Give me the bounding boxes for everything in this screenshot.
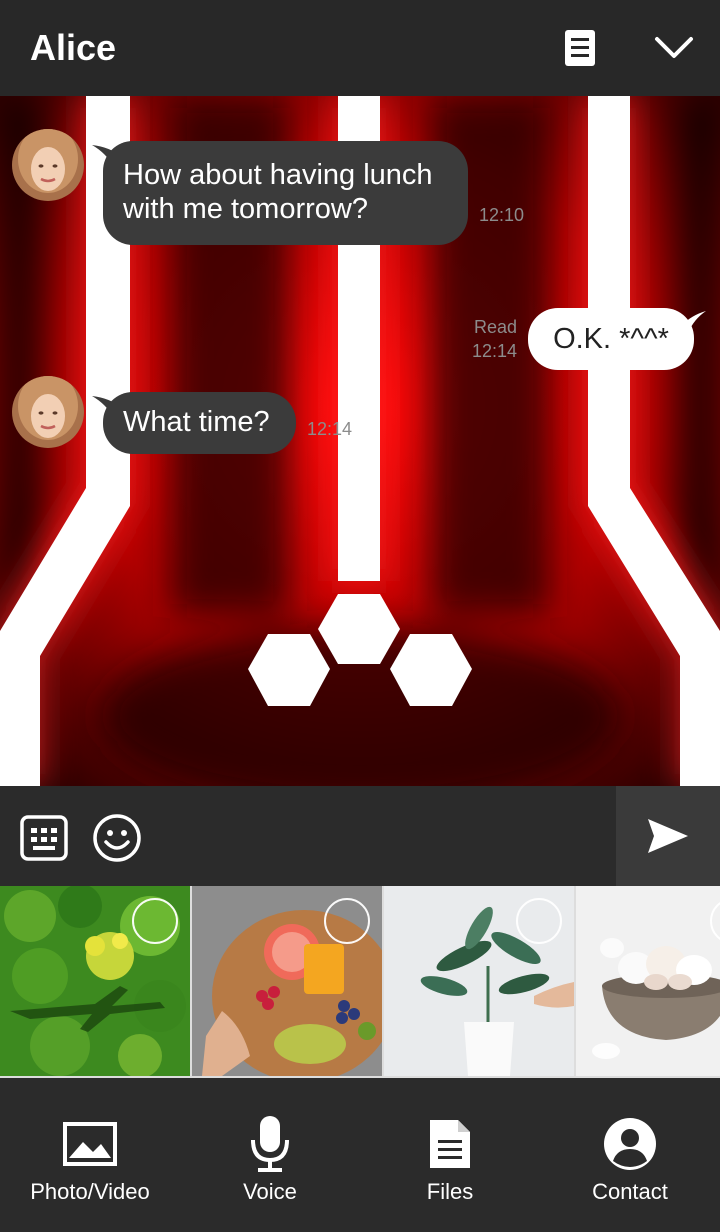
attachment-tab-bar: Photo/Video Voice Files Contact [0, 1078, 720, 1232]
chat-area[interactable]: How about having lunch with me tomorrow?… [0, 96, 720, 786]
emoji-button[interactable] [89, 810, 145, 866]
notes-icon [565, 30, 595, 66]
gallery-thumb-plant[interactable] [384, 886, 574, 1076]
garlic-bowl-photo [576, 886, 720, 1076]
message-timestamp: 12:14 [307, 419, 353, 439]
tab-files[interactable]: Files [360, 1078, 540, 1232]
tab-label: Photo/Video [30, 1179, 150, 1204]
tab-contact[interactable]: Contact [540, 1078, 720, 1232]
message-timestamp: 12:14 [471, 341, 517, 361]
alice-avatar[interactable] [12, 376, 84, 448]
tab-voice[interactable]: Voice [180, 1078, 360, 1232]
tab-label: Files [426, 1179, 474, 1204]
image-icon [63, 1122, 117, 1166]
chevron-down-icon [655, 37, 693, 58]
read-receipt: Read [473, 317, 517, 337]
contact-name-title: Alice [30, 27, 117, 68]
avatar-photo [12, 129, 84, 201]
chat-header: Alice [0, 0, 720, 96]
avatar-photo [12, 376, 84, 448]
tab-label: Contact [592, 1179, 668, 1204]
outgoing-message-bubble[interactable]: O.K. *^^* [528, 308, 694, 370]
contact-icon [604, 1118, 656, 1170]
incoming-message-bubble[interactable]: What time? [103, 392, 296, 454]
message-text-line: with me tomorrow? [123, 193, 368, 225]
tab-label: Voice [243, 1179, 297, 1204]
message-input-bar [0, 786, 720, 886]
message-text-line: How about having lunch [123, 159, 433, 191]
select-circle[interactable] [324, 898, 370, 944]
collapse-button[interactable] [648, 22, 700, 74]
gallery-thumb-fruit[interactable] [192, 886, 382, 1076]
keyboard-icon [20, 815, 68, 861]
message-timestamp: 12:10 [479, 205, 525, 225]
media-gallery [0, 886, 720, 1078]
gallery-thumb-forest[interactable] [0, 886, 190, 1076]
gallery-thumb-garlic[interactable] [576, 886, 720, 1076]
select-circle[interactable] [516, 898, 562, 944]
alice-avatar[interactable] [12, 129, 84, 201]
send-button[interactable] [616, 786, 720, 886]
tab-photo-video[interactable]: Photo/Video [0, 1078, 180, 1232]
incoming-message-bubble[interactable]: How about having lunch with me tomorrow? [103, 141, 468, 245]
keyboard-button[interactable] [16, 810, 72, 866]
select-circle[interactable] [132, 898, 178, 944]
send-icon [648, 819, 688, 853]
notes-button[interactable] [554, 22, 606, 74]
file-icon [430, 1120, 470, 1168]
microphone-icon [251, 1116, 289, 1172]
smiley-icon [93, 814, 141, 862]
